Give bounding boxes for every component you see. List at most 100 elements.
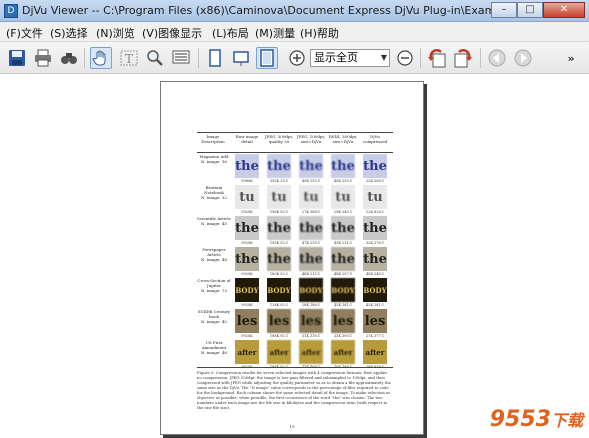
sample-image: the: [299, 154, 323, 178]
zoom-select[interactable]: 显示全页 ▼: [310, 49, 390, 67]
menu-measure[interactable]: (M)测量: [255, 25, 295, 41]
size-label: 9960K: [241, 179, 253, 183]
sample-image: les: [331, 309, 355, 333]
more-icon[interactable]: »: [562, 47, 580, 69]
page-fullscreen-icon[interactable]: [256, 47, 278, 69]
sample-image: tu: [299, 185, 323, 209]
size-label: 40K 248:1: [365, 272, 385, 276]
toolbar-separator: [198, 48, 199, 68]
toolbar-separator: [420, 48, 421, 68]
row-label: Magazine Add N. image: 16: [197, 154, 231, 164]
djvu-app-icon: D: [4, 4, 18, 18]
page-single-icon[interactable]: [204, 47, 226, 69]
watermark-main: 9553: [489, 407, 551, 432]
watermark-sub: 下载: [550, 411, 583, 430]
size-label: 9920K: [241, 210, 253, 214]
menu-help[interactable]: (H)帮助: [300, 25, 339, 41]
size-label: 392K 25:1: [269, 179, 289, 183]
back-icon[interactable]: [486, 47, 508, 69]
size-label: 9920K: [241, 334, 253, 338]
sample-image: the: [363, 216, 387, 240]
sample-image: the: [299, 216, 323, 240]
size-label: 9920K: [241, 241, 253, 245]
size-label: 42K 181:1: [333, 303, 353, 307]
sample-image: the: [299, 247, 323, 271]
menu-bar: (F)文件 (S)选择 (N)浏览 (V)图像显示 (L)布局 (M)测量 (H…: [0, 22, 589, 42]
zoom-icon[interactable]: [144, 47, 166, 69]
window-controls: – □ ✕: [491, 2, 585, 18]
size-label: 32K 376:1: [365, 241, 385, 245]
sample-image: BODY: [331, 278, 355, 302]
row-title: Brattain Notebook: [204, 185, 224, 195]
table-rule: [197, 367, 393, 368]
page-number: 19: [289, 424, 295, 429]
row-meta: N. image: 48: [201, 257, 227, 262]
print-icon[interactable]: [32, 47, 54, 69]
size-label: 9920K: [241, 272, 253, 276]
zoom-out-icon[interactable]: [394, 47, 416, 69]
zoom-in-icon[interactable]: [286, 47, 308, 69]
sample-image: the: [235, 216, 259, 240]
menu-select[interactable]: (S)选择: [50, 25, 88, 41]
sample-image: BODY: [363, 278, 387, 302]
title-bar: D DjVu Viewer -- C:\Program Files (x86)\…: [0, 0, 589, 22]
toolbar-separator: [480, 48, 481, 68]
text-select-icon[interactable]: T: [118, 47, 140, 69]
minimize-button[interactable]: –: [491, 2, 517, 18]
row-meta: N. image: 45: [201, 221, 227, 226]
chevron-down-icon: ▼: [380, 53, 387, 62]
sample-image: after: [363, 340, 387, 364]
find-icon[interactable]: [58, 47, 80, 69]
sample-image: the: [363, 154, 387, 178]
rotate-left-icon[interactable]: [426, 47, 448, 69]
menu-file[interactable]: (F)文件: [6, 25, 43, 41]
menu-image-display[interactable]: (V)图像显示: [142, 25, 202, 41]
size-label: 31K 330:1: [301, 334, 321, 338]
size-label: 196K 92:1: [269, 210, 289, 214]
close-button[interactable]: ✕: [543, 2, 585, 18]
table-rule: [197, 132, 393, 133]
row-label: Cross-Section of Jupiter N. image: 73: [197, 278, 231, 293]
maximize-button[interactable]: □: [517, 2, 543, 18]
sample-image: the: [267, 154, 291, 178]
document-viewer[interactable]: Image Description Raw image detail JPEG,…: [0, 75, 589, 438]
row-label: XVIIIth Century book N. image: 45: [197, 309, 231, 324]
size-label: 48K 207:1: [333, 272, 353, 276]
size-label: 9920K: [241, 303, 253, 307]
document-page: Image Description Raw image detail JPEG,…: [160, 81, 424, 435]
col-header: DjVu compressed: [362, 134, 388, 144]
col-header: Image Description: [201, 134, 225, 144]
row-meta: N. image: 32: [201, 195, 227, 200]
row-title: Newspaper Article: [202, 247, 226, 257]
col-header: JPEG, 100dpi, size=DjVu: [296, 134, 326, 144]
menu-browse[interactable]: (N)浏览: [96, 25, 135, 41]
forward-icon[interactable]: [512, 47, 534, 69]
row-meta: N. image: 48: [201, 350, 227, 355]
sample-image: tu: [363, 185, 387, 209]
row-title: XVIIIth Century book: [197, 309, 231, 319]
save-icon[interactable]: [6, 47, 28, 69]
hand-icon[interactable]: [90, 47, 112, 69]
size-label: 47K 239:1: [301, 241, 321, 245]
sample-image: the: [235, 247, 259, 271]
site-watermark: 9553下载: [490, 407, 583, 432]
sample-image: after: [267, 340, 291, 364]
size-label: 40K 250:1: [301, 179, 321, 183]
size-label: 32K 308:1: [365, 179, 385, 183]
page-fit-icon[interactable]: [230, 47, 252, 69]
toolbar-separator: [84, 48, 85, 68]
col-header: JPEG, 300dpi, quality 20: [264, 134, 294, 144]
size-label: 180K 92:1: [269, 272, 289, 276]
size-label: 42K 181:1: [365, 303, 385, 307]
size-label: 27K 368:1: [301, 210, 321, 214]
size-label: 46K 215:1: [301, 272, 321, 276]
rotate-right-icon[interactable]: [452, 47, 474, 69]
sample-image: after: [299, 340, 323, 364]
menu-layout[interactable]: (L)布局: [212, 25, 249, 41]
figure-caption: Figure 5: Compression results for seven …: [197, 370, 391, 410]
size-label: 195K 92:1: [269, 241, 289, 245]
sample-image: tu: [331, 185, 355, 209]
scanner-icon[interactable]: [170, 47, 192, 69]
sample-image: the: [331, 154, 355, 178]
sample-image: after: [235, 340, 259, 364]
